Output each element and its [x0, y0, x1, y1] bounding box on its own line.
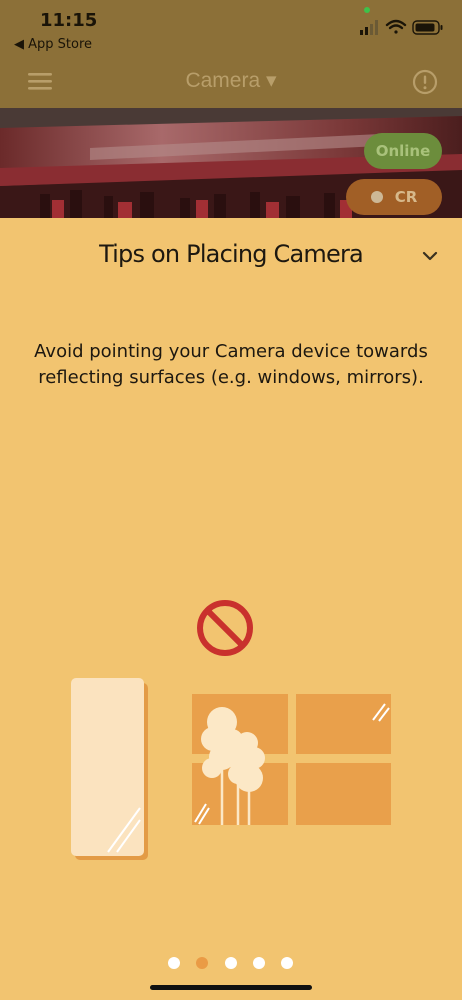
placement-illustration	[0, 590, 462, 874]
battery-icon	[412, 20, 443, 35]
page-dot[interactable]	[281, 957, 293, 969]
status-time: 11:15	[40, 10, 98, 31]
page-dot[interactable]	[253, 957, 265, 969]
cellular-signal-icon	[360, 20, 378, 35]
top-bar: 11:15 ◀ App Store Camera ▾	[0, 0, 462, 108]
cr-label: CR	[394, 188, 418, 206]
page-dot[interactable]	[168, 957, 180, 969]
mirror-illustration	[71, 678, 148, 860]
toggle-knob	[370, 191, 383, 203]
camera-in-use-indicator	[364, 7, 370, 13]
back-to-app-store-link[interactable]: ◀ App Store	[14, 37, 92, 52]
tips-description: Avoid pointing your Camera device toward…	[34, 341, 428, 388]
window-illustration	[192, 694, 391, 825]
page-dot-active[interactable]	[196, 957, 208, 969]
home-indicator[interactable]	[150, 985, 312, 990]
page-dot[interactable]	[225, 957, 237, 969]
cr-toggle[interactable]: CR	[346, 179, 442, 215]
online-status-badge: Online	[364, 133, 442, 169]
camera-preview[interactable]: Online CR	[0, 108, 462, 218]
status-icons	[360, 18, 444, 40]
wifi-icon	[385, 19, 407, 34]
prohibited-icon	[197, 600, 253, 656]
camera-selector-dropdown[interactable]: Camera ▾	[0, 68, 462, 93]
info-icon[interactable]	[412, 69, 438, 99]
chevron-down-icon[interactable]	[422, 247, 438, 266]
tips-title: Tips on Placing Camera	[99, 240, 364, 268]
